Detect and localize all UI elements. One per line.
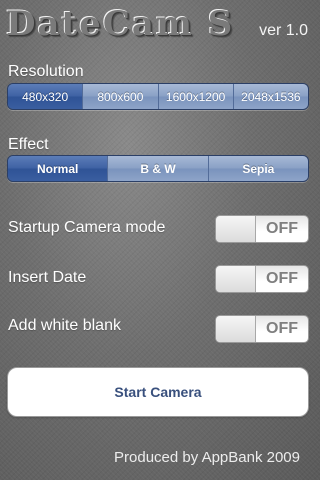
resolution-segmented-control: 480x320 800x600 1600x1200 2048x1536 <box>7 83 309 110</box>
insert-date-label: Insert Date <box>8 269 87 286</box>
resolution-label: Resolution <box>8 63 84 80</box>
resolution-option-2048x1536[interactable]: 2048x1536 <box>232 84 308 109</box>
effect-option-normal[interactable]: Normal <box>8 156 108 181</box>
resolution-option-800x600[interactable]: 800x600 <box>82 84 158 109</box>
toggle-state: OFF <box>266 220 298 237</box>
resolution-option-1600x1200[interactable]: 1600x1200 <box>157 84 233 109</box>
toggle-state: OFF <box>266 320 298 337</box>
add-white-blank-toggle[interactable]: OFF <box>215 315 309 343</box>
effect-option-bw[interactable]: B & W <box>107 156 208 181</box>
add-white-blank-label: Add white blank <box>8 317 121 334</box>
start-camera-button[interactable]: Start Camera <box>7 367 309 417</box>
insert-date-toggle[interactable]: OFF <box>215 265 309 293</box>
toggle-knob <box>216 266 256 292</box>
startup-camera-mode-label: Startup Camera mode <box>8 219 166 236</box>
toggle-knob <box>216 216 256 242</box>
toggle-knob <box>216 316 256 342</box>
app-title: DateCam S <box>6 4 235 44</box>
effect-label: Effect <box>8 136 49 153</box>
effect-segmented-control: Normal B & W Sepia <box>7 155 309 182</box>
effect-option-sepia[interactable]: Sepia <box>207 156 308 181</box>
toggle-state: OFF <box>266 270 298 287</box>
startup-camera-mode-toggle[interactable]: OFF <box>215 215 309 243</box>
credit-text: Produced by AppBank 2009 <box>114 449 300 466</box>
resolution-option-480x320[interactable]: 480x320 <box>8 84 83 109</box>
version-label: ver 1.0 <box>259 22 308 39</box>
